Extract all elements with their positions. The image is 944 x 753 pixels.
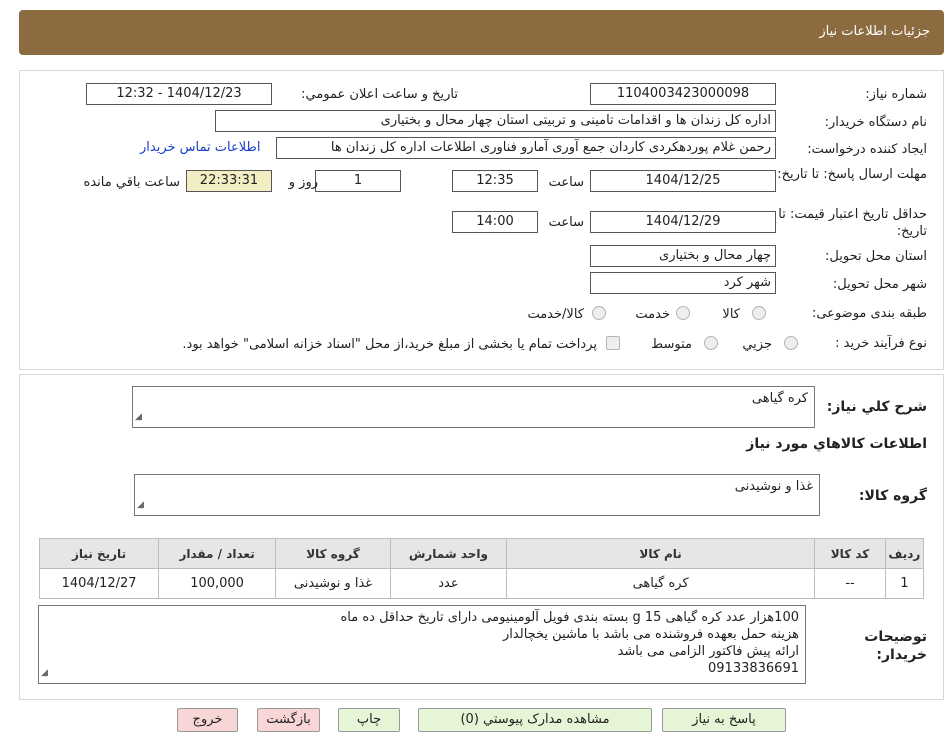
cell-group: غذا و نوشیدنی bbox=[275, 568, 391, 599]
back-button[interactable]: بازگشت bbox=[257, 708, 320, 732]
announce-label: تاریخ و ساعت اعلان عمومي: bbox=[301, 87, 458, 102]
cell-code: -- bbox=[814, 568, 886, 599]
buyer-org-label: نام دستگاه خريدار: bbox=[824, 115, 927, 130]
creator-label: ايجاد کننده درخواست: bbox=[807, 142, 927, 157]
col-group-header: گروه کالا bbox=[275, 538, 391, 569]
col-row-header: رديف bbox=[884, 538, 925, 569]
category-label: طبقه بندی موضوعی: bbox=[811, 306, 927, 321]
deadline-date-field: 1404/12/25 bbox=[590, 170, 776, 192]
attachments-button[interactable]: مشاهده مدارک پيوستي (0) bbox=[418, 708, 652, 732]
reply-button[interactable]: پاسخ به نياز bbox=[662, 708, 786, 732]
category-option-goods-service: کالا/خدمت bbox=[527, 307, 584, 322]
resize-handle-icon[interactable]: ◢ bbox=[41, 665, 48, 682]
cell-name: کره گیاهی bbox=[505, 568, 816, 599]
process-radio-medium[interactable] bbox=[704, 336, 718, 350]
buyer-contact-link[interactable]: اطلاعات تماس خريدار bbox=[140, 140, 260, 155]
cell-date: 1404/12/27 bbox=[38, 568, 160, 599]
buyer-notes-textarea[interactable]: 100هزار عدد کره گیاهی 15 g بسته بندی فوی… bbox=[38, 605, 806, 684]
validity-label: حداقل تاريخ اعتبار قيمت: تا تاريخ: bbox=[778, 207, 927, 239]
process-option-minor: جزيي bbox=[742, 337, 772, 352]
category-radio-goods[interactable] bbox=[752, 306, 766, 320]
col-qty-header: تعداد / مقدار bbox=[158, 538, 277, 569]
col-date-header: تاريخ نياز bbox=[38, 538, 160, 569]
exit-button[interactable]: خروج bbox=[177, 708, 238, 732]
notes-line: 09133836691 bbox=[708, 661, 799, 676]
buyer-notes-label: توضيحات خريدار: bbox=[864, 629, 927, 663]
col-name-header: نام کالا bbox=[505, 538, 816, 569]
print-button[interactable]: چاپ bbox=[338, 708, 400, 732]
goods-table: رديف کد کالا نام کالا واحد شمارش گروه کا… bbox=[38, 538, 925, 599]
process-radio-minor[interactable] bbox=[784, 336, 798, 350]
col-code-header: کد کالا bbox=[814, 538, 886, 569]
process-option-medium: متوسط bbox=[651, 337, 692, 352]
deadline-time-label: ساعت bbox=[548, 175, 584, 190]
deadline-time-field: 12:35 bbox=[452, 170, 538, 192]
creator-field: رحمن غلام پوردهکردی کاردان جمع آوری آمار… bbox=[276, 137, 776, 159]
cell-unit: عدد bbox=[389, 568, 507, 599]
category-option-service: خدمت bbox=[635, 307, 670, 322]
category-radio-service[interactable] bbox=[676, 306, 690, 320]
cell-row: 1 bbox=[884, 568, 925, 599]
need-number-field: 1104003423000098 bbox=[590, 83, 776, 105]
remaining-time-field: 22:33:31 bbox=[186, 170, 272, 192]
summary-label: شرح کلي نياز: bbox=[826, 399, 927, 415]
city-field: شهر کرد bbox=[590, 272, 776, 294]
validity-time-label: ساعت bbox=[548, 215, 584, 230]
days-label: روز و bbox=[288, 175, 318, 190]
province-label: استان محل تحويل: bbox=[825, 249, 927, 264]
goods-group-textarea[interactable]: غذا و نوشیدنی ◢ bbox=[134, 474, 820, 516]
category-option-goods: کالا bbox=[722, 307, 740, 322]
process-label: نوع فرآيند خريد : bbox=[835, 336, 927, 351]
page-header: جزئیات اطلاعات نیاز bbox=[19, 10, 944, 55]
days-field: 1 bbox=[315, 170, 401, 192]
province-field: چهار محال و بختیاری bbox=[590, 245, 776, 267]
goods-group-label: گروه کالا: bbox=[858, 488, 927, 504]
notes-line: 100هزار عدد کره گیاهی 15 g بسته بندی فوی… bbox=[340, 610, 799, 625]
validity-time-field: 14:00 bbox=[452, 211, 538, 233]
city-label: شهر محل تحويل: bbox=[832, 277, 927, 292]
goods-group-text: غذا و نوشیدنی bbox=[734, 479, 813, 494]
summary-textarea[interactable]: کره گیاهی ◢ bbox=[132, 386, 815, 428]
table-header-row: رديف کد کالا نام کالا واحد شمارش گروه کا… bbox=[38, 538, 925, 569]
buyer-org-field: اداره کل زندان ها و اقدامات تامینی و ترب… bbox=[215, 110, 776, 132]
payment-note: پرداخت تمام يا بخشی از مبلغ خريد،از محل … bbox=[182, 337, 597, 352]
notes-line: ارائه پیش فاکتور الزامی می باشد bbox=[617, 644, 799, 659]
remaining-label: ساعت باقي مانده bbox=[83, 175, 180, 190]
treasury-payment-checkbox[interactable] bbox=[606, 336, 620, 350]
cell-qty: 100,000 bbox=[158, 568, 277, 599]
page-title: جزئیات اطلاعات نیاز bbox=[819, 24, 930, 39]
notes-line: هزینه حمل بعهده فروشنده می باشد با ماشین… bbox=[503, 627, 799, 642]
deadline-label: مهلت ارسال پاسخ: تا تاريخ: bbox=[777, 167, 927, 182]
col-unit-header: واحد شمارش bbox=[389, 538, 507, 569]
resize-handle-icon[interactable]: ◢ bbox=[137, 497, 144, 514]
summary-text: کره گیاهی bbox=[751, 391, 808, 406]
validity-date-field: 1404/12/29 bbox=[590, 211, 776, 233]
need-number-label: شماره نیاز: bbox=[865, 87, 927, 102]
goods-info-title: اطلاعات کالاهاي مورد نياز bbox=[746, 436, 927, 452]
resize-handle-icon[interactable]: ◢ bbox=[135, 409, 142, 426]
table-row: 1 -- کره گیاهی عدد غذا و نوشیدنی 100,000… bbox=[38, 568, 925, 599]
category-radio-goods-service[interactable] bbox=[592, 306, 606, 320]
announce-field: 1404/12/23 - 12:32 bbox=[86, 83, 272, 105]
